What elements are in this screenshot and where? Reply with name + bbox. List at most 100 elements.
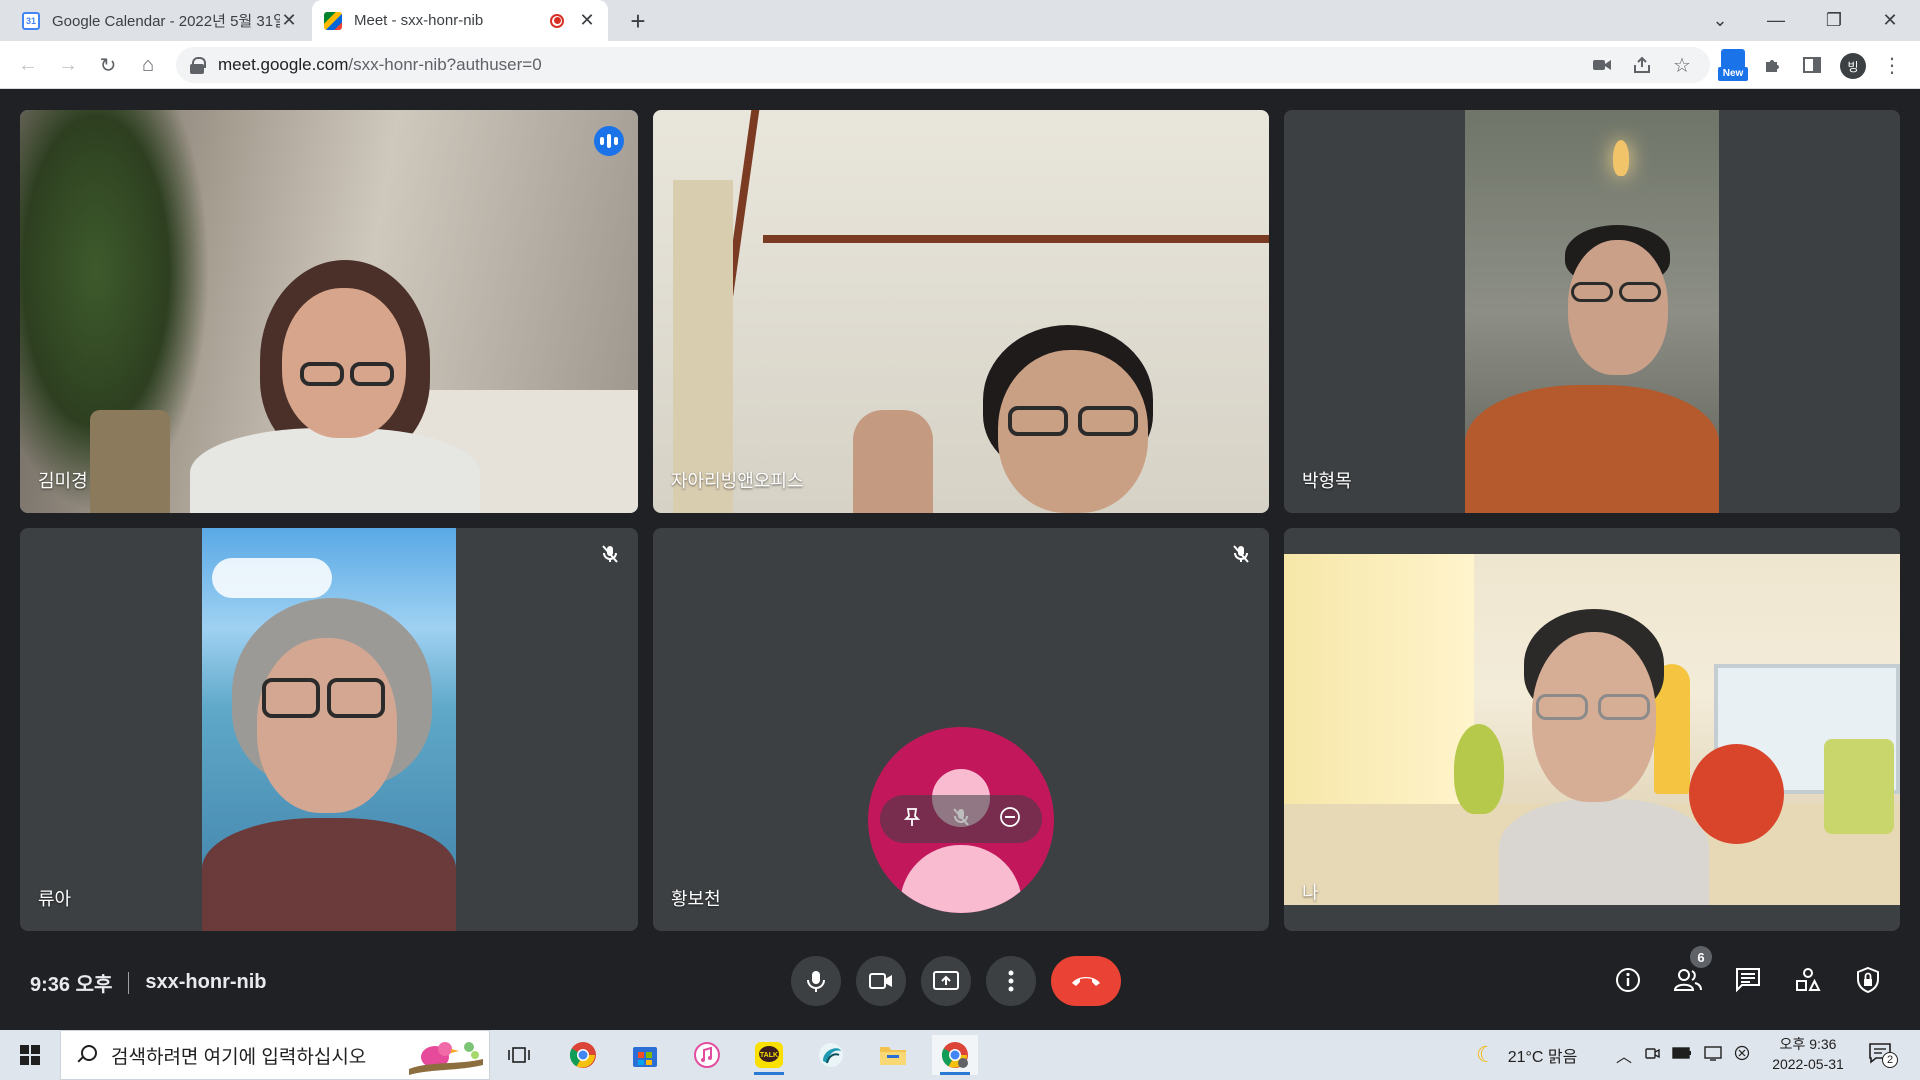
chrome-icon[interactable]: [560, 1035, 606, 1075]
chrome-active-icon[interactable]: [932, 1035, 978, 1075]
apple-character: [1689, 744, 1784, 844]
close-tab-icon[interactable]: ✕: [578, 10, 596, 31]
mute-participant-icon[interactable]: [950, 806, 972, 833]
participant-video: [1465, 110, 1719, 513]
restore-button[interactable]: ❐: [1806, 0, 1862, 41]
browser-tab-strip: 31 Google Calendar - 2022년 5월 31일 ✕ Meet…: [0, 0, 1920, 41]
reload-icon[interactable]: ↻: [94, 51, 122, 79]
participant-tile[interactable]: 나: [1284, 528, 1900, 931]
profile-avatar[interactable]: 빙: [1840, 53, 1866, 79]
windows-start-icon[interactable]: [20, 1045, 40, 1065]
mic-off-icon: [1229, 542, 1253, 566]
svg-text:TALK: TALK: [760, 1052, 778, 1059]
camera-button[interactable]: [856, 956, 906, 1006]
address-bar[interactable]: meet.google.com/sxx-honr-nib?authuser=0: [176, 47, 1710, 83]
participant-video: [20, 110, 638, 513]
meeting-code: sxx-honr-nib: [145, 971, 267, 993]
meet-tray-icon[interactable]: [1644, 1045, 1660, 1066]
app-swirl-icon[interactable]: [808, 1035, 854, 1075]
participant-tile[interactable]: 박형목: [1284, 110, 1900, 513]
kakaotalk-icon[interactable]: TALK: [746, 1035, 792, 1075]
side-panel-icon[interactable]: [1800, 53, 1824, 77]
leave-call-button[interactable]: [1051, 956, 1121, 1006]
recording-icon: [550, 13, 564, 28]
extensions-puzzle-icon[interactable]: [1760, 53, 1784, 77]
meeting-info-icon[interactable]: [1610, 962, 1646, 998]
tab-title: Google Calendar - 2022년 5월 31일: [52, 13, 280, 30]
close-window-button[interactable]: ✕: [1862, 0, 1918, 41]
remove-participant-icon[interactable]: [999, 806, 1021, 833]
tab-search-chevron-icon[interactable]: ⌄: [1692, 0, 1748, 41]
new-badge: New: [1718, 67, 1748, 81]
new-tab-button[interactable]: +: [624, 6, 652, 37]
close-tab-icon[interactable]: ✕: [280, 10, 298, 31]
notification-count-badge: 2: [1882, 1052, 1898, 1068]
task-view-icon[interactable]: [496, 1035, 542, 1075]
taskbar-date: 2022-05-31: [1772, 1056, 1844, 1072]
meet-icon: [324, 11, 342, 30]
pin-icon[interactable]: [901, 806, 923, 833]
participant-video: [202, 528, 456, 931]
tab-meet[interactable]: Meet - sxx-honr-nib ✕: [312, 0, 608, 41]
url-path: /sxx-honr-nib?authuser=0: [348, 55, 542, 74]
search-icon: [77, 1045, 97, 1065]
volume-muted-icon[interactable]: [1734, 1045, 1750, 1066]
people-icon[interactable]: [1670, 962, 1706, 998]
tab-title: Meet - sxx-honr-nib: [354, 12, 484, 29]
more-vert-icon: [1008, 970, 1014, 992]
curtain-shape: [673, 180, 733, 513]
ceiling-molding: [763, 235, 1269, 243]
back-arrow-icon[interactable]: ←: [14, 51, 42, 79]
microphone-icon: [807, 971, 825, 992]
windows-taskbar: 검색하려면 여기에 입력하십시오 TALK ☾ 21°C 맑음 ︿ 오후 9:3…: [0, 1030, 1920, 1080]
moon-icon: ☾: [1476, 1042, 1496, 1067]
weather-widget[interactable]: ☾ 21°C 맑음: [1476, 1030, 1577, 1080]
tile-hover-controls: [880, 795, 1042, 843]
divider: [128, 971, 130, 994]
browser-toolbar: ← → ↻ ⌂ meet.google.com/sxx-honr-nib?aut…: [0, 41, 1920, 89]
present-icon: [933, 971, 959, 990]
itunes-icon[interactable]: [684, 1035, 730, 1075]
more-menu-icon[interactable]: ⋮: [1880, 53, 1904, 77]
battery-icon[interactable]: [1672, 1046, 1692, 1064]
end-call-icon: [1072, 977, 1100, 986]
participant-video: [653, 110, 1269, 513]
home-icon[interactable]: ⌂: [134, 51, 162, 79]
camera-in-use-icon[interactable]: [1590, 53, 1614, 77]
participant-name: 나: [1302, 883, 1319, 903]
participant-tile[interactable]: 류아: [20, 528, 638, 931]
participant-tile[interactable]: 자아리빙앤오피스: [653, 110, 1269, 513]
participant-name: 김미경: [38, 471, 88, 491]
share-icon[interactable]: [1630, 53, 1654, 77]
meeting-details: 9:36 오후 sxx-honr-nib: [30, 968, 267, 997]
extension-new-button[interactable]: New: [1718, 49, 1748, 83]
minimize-button[interactable]: —: [1748, 0, 1804, 41]
participant-name: 황보천: [671, 889, 721, 909]
present-screen-button[interactable]: [921, 956, 971, 1006]
taskbar-search-input[interactable]: 검색하려면 여기에 입력하십시오: [60, 1030, 490, 1080]
chevron-up-icon[interactable]: ︿: [1616, 1043, 1632, 1067]
more-options-button[interactable]: [986, 956, 1036, 1006]
participant-video: [1284, 554, 1900, 905]
file-explorer-icon[interactable]: [870, 1035, 916, 1075]
pear-character: [1454, 724, 1504, 814]
participant-tile[interactable]: 김미경: [20, 110, 638, 513]
meet-stage: 김미경 자아리빙앤오피스 박형목 류아 황보천 나: [0, 89, 1920, 1030]
taskbar-time: 오후 9:36: [1779, 1036, 1837, 1052]
microsoft-store-icon[interactable]: [622, 1035, 668, 1075]
bookmark-star-icon[interactable]: ☆: [1670, 53, 1694, 77]
lock-icon[interactable]: [190, 57, 206, 74]
microphone-button[interactable]: [791, 956, 841, 1006]
tab-google-calendar[interactable]: 31 Google Calendar - 2022년 5월 31일 ✕: [10, 0, 310, 41]
speaking-indicator-icon: [594, 126, 624, 156]
notification-center-icon[interactable]: 2: [1868, 1042, 1898, 1070]
taskbar-clock[interactable]: 오후 9:36 2022-05-31: [1768, 1034, 1848, 1074]
activities-icon[interactable]: [1790, 962, 1826, 998]
camera-icon: [869, 973, 892, 989]
forward-arrow-icon[interactable]: →: [54, 51, 82, 79]
host-controls-icon[interactable]: [1850, 962, 1886, 998]
url-host: meet.google.com: [218, 55, 349, 74]
network-icon[interactable]: [1704, 1045, 1722, 1066]
chat-icon[interactable]: [1730, 962, 1766, 998]
participant-name: 류아: [38, 889, 72, 909]
